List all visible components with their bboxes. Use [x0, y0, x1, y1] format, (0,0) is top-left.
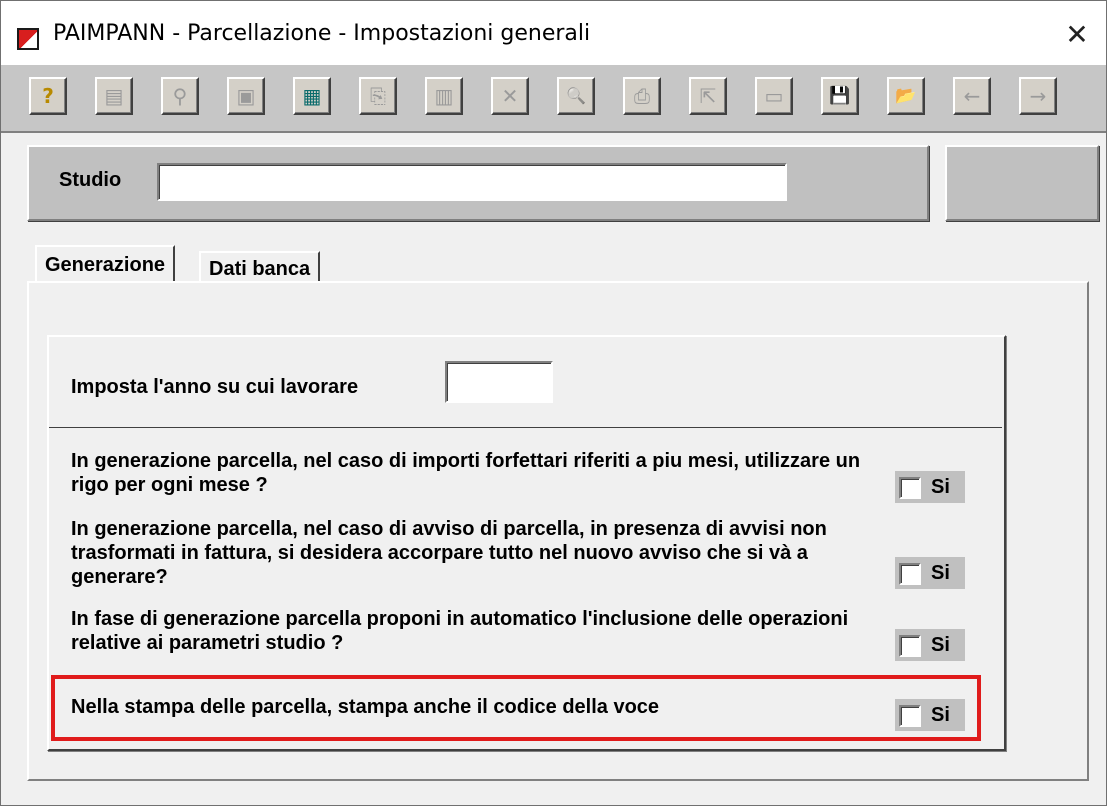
folder-up-icon: 📂 — [895, 86, 917, 106]
checkbox-box[interactable] — [899, 635, 921, 657]
question-monthly-rows: In generazione parcella, nel caso di imp… — [71, 450, 861, 496]
search-button[interactable]: ⚲ — [161, 77, 199, 115]
help-icon: ? — [42, 84, 54, 108]
arrow-left-icon: ← — [963, 84, 981, 108]
windows-button[interactable]: ▣ — [227, 77, 265, 115]
studio-label: Studio — [59, 169, 122, 191]
next-button[interactable]: → — [1019, 77, 1057, 115]
studio-panel: Studio — [27, 145, 929, 221]
calculator-icon: ▦ — [302, 84, 322, 108]
windows-icon: ▣ — [236, 84, 256, 108]
checkbox-box[interactable] — [899, 563, 921, 585]
divider — [49, 427, 1002, 428]
app-icon — [17, 28, 39, 50]
properties-icon: ▤ — [104, 84, 124, 108]
copy-button[interactable]: ⎘ — [359, 77, 397, 115]
preview-icon: 🔍 — [566, 86, 586, 105]
note-icon: ▭ — [764, 84, 784, 108]
checkbox-label: Si — [931, 476, 950, 498]
grid-button[interactable]: ▥ — [425, 77, 463, 115]
checkbox-monthly-rows[interactable]: Si — [895, 471, 965, 503]
note-button[interactable]: ▭ — [755, 77, 793, 115]
export-button[interactable]: ⇱ — [689, 77, 727, 115]
tab-generazione[interactable]: Generazione — [35, 245, 176, 285]
title-bar: PAIMPANN - Parcellazione - Impostazioni … — [1, 1, 1106, 63]
close-button[interactable]: ✕ — [1060, 18, 1094, 52]
checkbox-include-operations[interactable]: Si — [895, 629, 965, 661]
save-icon: 💾 — [829, 86, 851, 106]
checkbox-label: Si — [931, 562, 950, 584]
grid-icon: ▥ — [434, 84, 454, 108]
checkbox-box[interactable] — [899, 477, 921, 499]
side-panel — [945, 145, 1099, 221]
print-icon: ⎙ — [634, 84, 650, 108]
delete-button[interactable]: ✕ — [491, 77, 529, 115]
save-button[interactable]: 💾 — [821, 77, 859, 115]
year-input[interactable] — [445, 361, 553, 403]
print-button[interactable]: ⎙ — [623, 77, 661, 115]
studio-input[interactable] — [157, 163, 787, 201]
delete-icon: ✕ — [501, 84, 519, 108]
checkbox-label: Si — [931, 634, 950, 656]
question-include-operations: In fase di generazione parcella proponi … — [71, 608, 849, 654]
question-merge-notices: In generazione parcella, nel caso di avv… — [71, 518, 827, 588]
previous-button[interactable]: ← — [953, 77, 991, 115]
binoculars-icon: ⚲ — [172, 84, 188, 108]
toolbar: ? ▤ ⚲ ▣ ▦ ⎘ ▥ ✕ 🔍 ⎙ ⇱ ▭ 💾 📂 ← → — [1, 63, 1106, 133]
help-button[interactable]: ? — [29, 77, 67, 115]
year-label: Imposta l'anno su cui lavorare — [71, 376, 359, 398]
arrow-right-icon: → — [1029, 84, 1047, 108]
folder-up-button[interactable]: 📂 — [887, 77, 925, 115]
preview-button[interactable]: 🔍 — [557, 77, 595, 115]
calculator-button[interactable]: ▦ — [293, 77, 331, 115]
settings-window: PAIMPANN - Parcellazione - Impostazioni … — [0, 0, 1107, 806]
export-icon: ⇱ — [699, 84, 717, 108]
window-title: PAIMPANN - Parcellazione - Impostazioni … — [53, 21, 591, 46]
checkbox-merge-notices[interactable]: Si — [895, 557, 965, 589]
properties-button[interactable]: ▤ — [95, 77, 133, 115]
highlight-box — [51, 675, 981, 741]
copy-icon: ⎘ — [370, 84, 386, 108]
